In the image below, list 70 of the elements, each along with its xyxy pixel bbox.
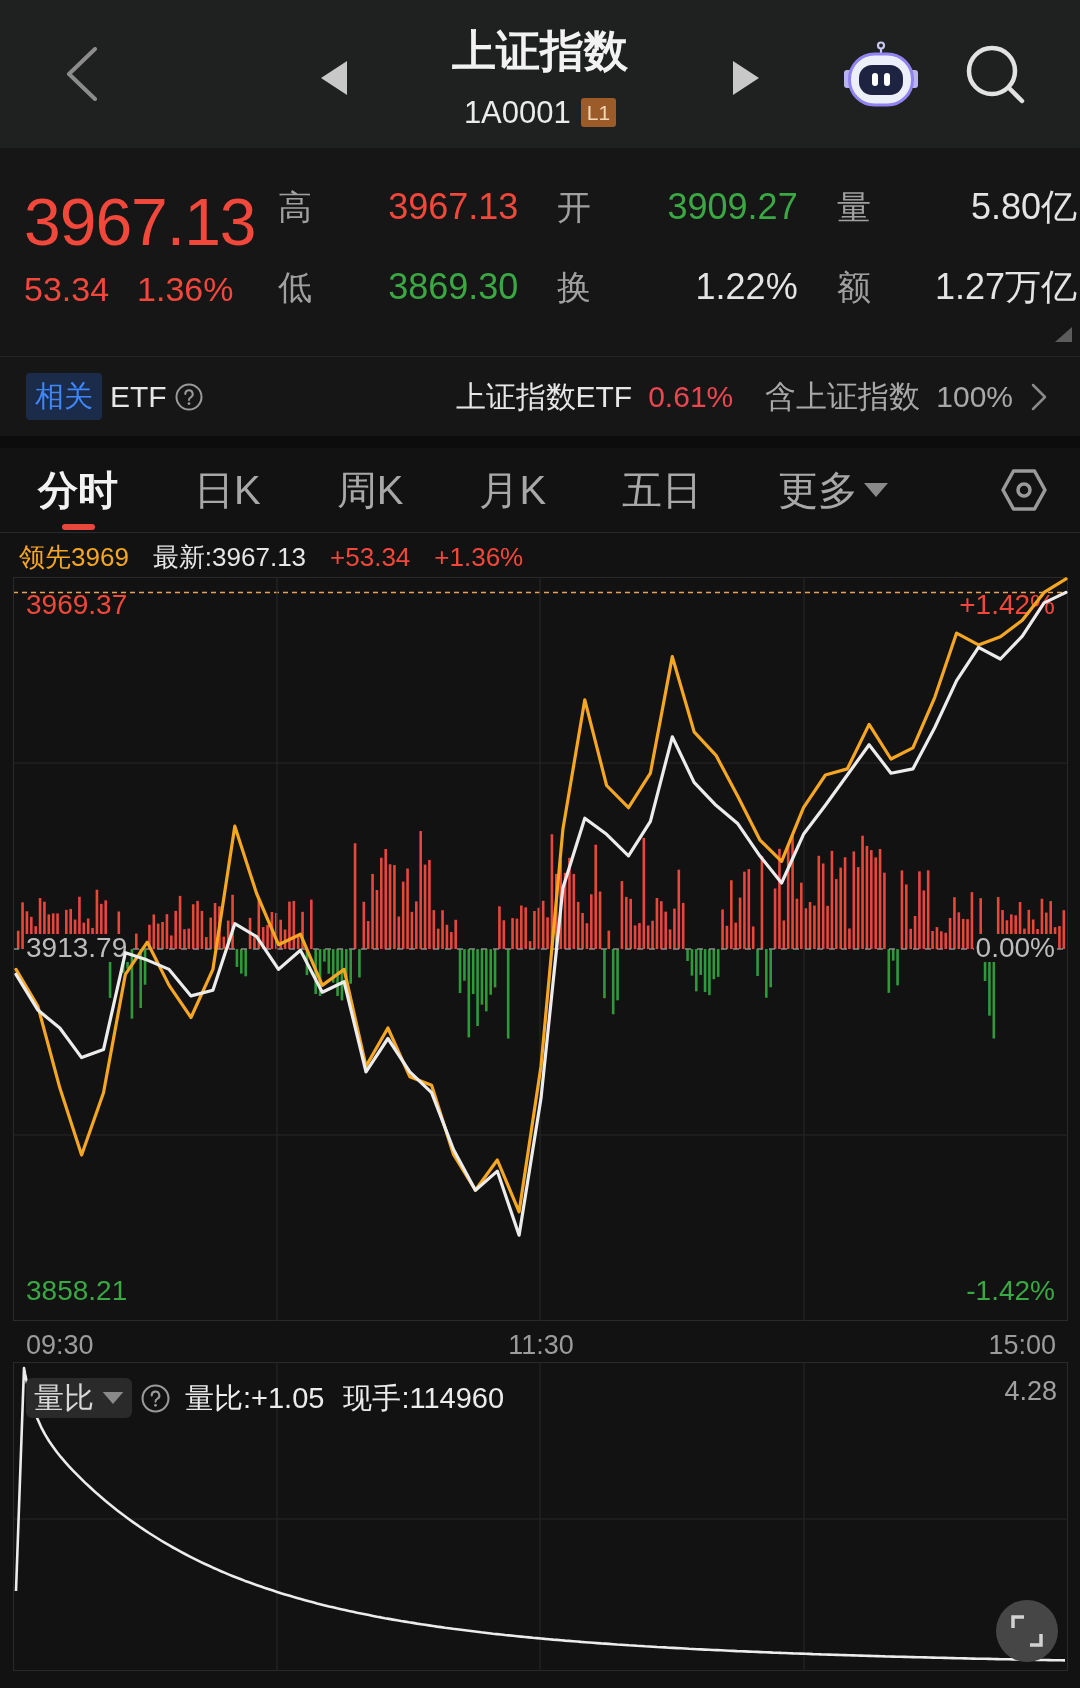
- current-volume-value: 现手:114960: [343, 1383, 505, 1413]
- chart-tab[interactable]: 分时: [38, 448, 118, 532]
- stat-label: 开: [557, 190, 592, 224]
- percent-axis-label: 0.00%: [973, 934, 1057, 963]
- more-menu-tab[interactable]: 更多: [778, 448, 889, 532]
- chart-tab[interactable]: 五日: [622, 448, 703, 532]
- stat-value: 5.80亿: [970, 189, 1077, 225]
- ratio-selector-dropdown[interactable]: 量比: [26, 1378, 132, 1418]
- time-axis-label: 09:30: [25, 1332, 94, 1359]
- stat-value: 1.22%: [695, 269, 798, 305]
- back-button[interactable]: [64, 44, 100, 104]
- falling-volume-bar: [756, 949, 759, 976]
- time-axis-label: 15:00: [988, 1332, 1057, 1359]
- chart-settings-button[interactable]: [1001, 469, 1047, 511]
- stat-value: 1.27万亿: [934, 269, 1077, 305]
- stat-label: 额: [836, 270, 871, 304]
- legend-text: 最新:3967.13: [152, 544, 307, 570]
- right-triangle-icon: [733, 61, 759, 95]
- dropdown-caret-icon: [102, 1392, 124, 1404]
- stat-value: 3909.27: [667, 189, 798, 225]
- stat-label: 高: [278, 190, 312, 224]
- index-code: 1A0001: [463, 96, 571, 128]
- robot-icon: [843, 41, 919, 107]
- falling-volume-bar: [603, 949, 606, 999]
- etf-name[interactable]: 上证指数ETF: [455, 381, 633, 412]
- dropdown-caret-icon: [864, 483, 889, 497]
- percent-change: 1.36%: [137, 272, 234, 306]
- related-tag: 相关: [26, 373, 102, 420]
- legend-text: 领先3969: [19, 544, 129, 570]
- price-axis-label: 3858.21: [25, 1276, 129, 1305]
- stat-label: 换: [557, 270, 592, 304]
- previous-button[interactable]: [321, 61, 347, 95]
- price-axis-label: 3913.79: [24, 934, 130, 963]
- time-axis-label: 11:30: [508, 1332, 574, 1359]
- expand-corners-icon: [1011, 1615, 1043, 1647]
- chart-tab[interactable]: 日K: [194, 448, 261, 532]
- volume-ratio-value: 量比:+1.05: [185, 1383, 325, 1413]
- stat-value: 3967.13: [388, 189, 519, 225]
- etf-change: 0.61%: [648, 381, 734, 412]
- holding-label: 含上证指数: [765, 381, 921, 412]
- fullscreen-button[interactable]: [996, 1600, 1058, 1662]
- percent-axis-label: -1.42%: [965, 1276, 1056, 1305]
- falling-volume-bar: [358, 949, 361, 978]
- assistant-button[interactable]: [843, 41, 919, 107]
- legend-text: +1.36%: [434, 544, 524, 570]
- etf-label: ETF: [110, 381, 167, 412]
- price-axis-label: 3969.37: [25, 591, 129, 620]
- left-triangle-icon: [321, 61, 347, 95]
- holding-percent: 100%: [936, 381, 1013, 412]
- help-icon[interactable]: [174, 382, 203, 411]
- search-button[interactable]: [965, 44, 1025, 104]
- stat-label: 低: [278, 270, 312, 304]
- index-title: 上证指数: [452, 28, 628, 73]
- help-icon[interactable]: [141, 1383, 170, 1413]
- legend-text: +53.34: [330, 544, 411, 570]
- stat-value: 3869.30: [388, 269, 519, 305]
- level-badge: L1: [580, 97, 617, 127]
- hexagon-settings-icon: [1001, 469, 1047, 511]
- back-icon: [66, 47, 98, 101]
- ratio-max-label: 4.28: [1004, 1378, 1057, 1405]
- last-price: 3967.13: [24, 189, 257, 255]
- next-button[interactable]: [733, 61, 759, 95]
- search-icon: [965, 44, 1025, 104]
- chevron-right-icon: [1031, 382, 1047, 411]
- selected-tab-indicator: [61, 524, 95, 530]
- chart-tab[interactable]: 月K: [479, 448, 547, 532]
- stat-label: 量: [836, 190, 871, 224]
- corner-triangle-icon: [1055, 327, 1072, 342]
- chart-tab[interactable]: 周K: [336, 448, 404, 532]
- price-change: 53.34: [24, 272, 110, 306]
